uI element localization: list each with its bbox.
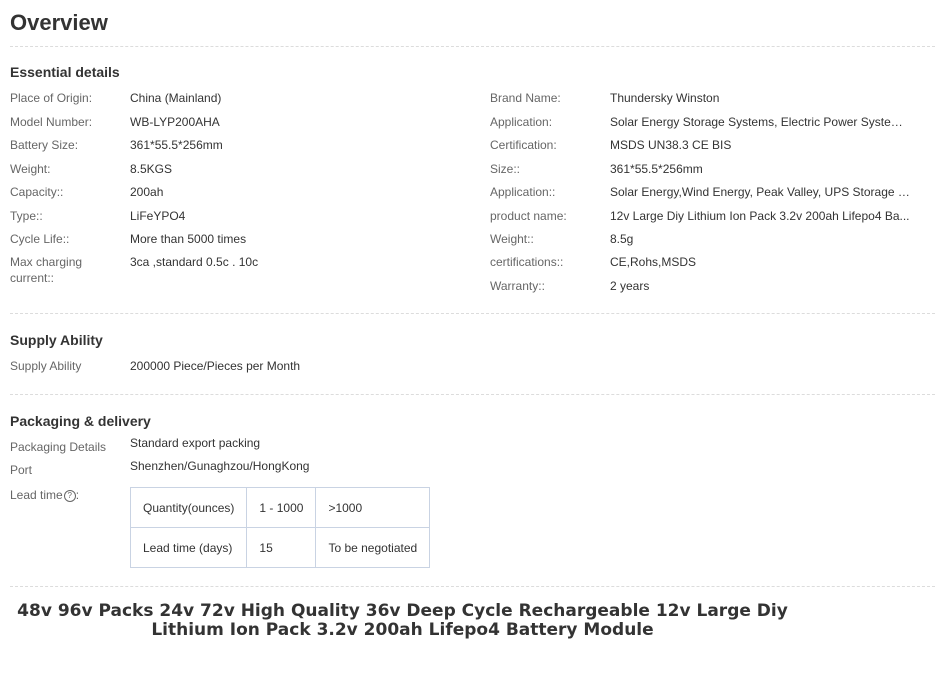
detail-row-certifications: certifications:: CE,Rohs,MSDS (490, 254, 930, 270)
table-cell: Quantity(ounces) (129, 487, 248, 528)
detail-label: Brand Name: (490, 91, 561, 105)
packaging-delivery-heading: Packaging & delivery (10, 413, 151, 429)
detail-row-weight-2: Weight:: 8.5g (490, 231, 930, 247)
detail-value: 2 years (610, 279, 650, 293)
detail-row-certification: Certification: MSDS UN38.3 CE BIS (490, 137, 930, 153)
table-cell: >1000 (315, 487, 431, 528)
page-title: Overview (10, 10, 108, 35)
supply-ability-label: Supply Ability (10, 359, 82, 373)
table-row: Lead time (days) 15 To be negotiated (129, 527, 431, 568)
detail-row-type: Type:: LiFeYPO4 (10, 208, 450, 224)
supply-ability-heading: Supply Ability (10, 332, 103, 348)
question-circle-icon[interactable]: ? (63, 489, 76, 502)
packaging-details-value: Standard export packing (130, 436, 261, 450)
detail-row-size: Size:: 361*55.5*256mm (490, 161, 930, 177)
divider (10, 394, 935, 395)
detail-value: Solar Energy,Wind Energy, Peak Valley, U… (610, 185, 910, 199)
detail-row-application: Application: Solar Energy Storage System… (490, 114, 930, 130)
detail-row-model-number: Model Number: WB-LYP200AHA (10, 114, 450, 130)
detail-label: Cycle Life:: (10, 232, 70, 246)
table-cell: Lead time (days) (129, 527, 248, 568)
product-title-line: Lithium Ion Pack 3.2v 200ah Lifepo4 Batt… (151, 620, 654, 640)
detail-row-cycle-life: Cycle Life:: More than 5000 times (10, 231, 450, 247)
detail-label: Type:: (10, 209, 43, 223)
detail-value: 8.5KGS (130, 162, 173, 176)
divider (10, 46, 935, 47)
detail-value: Solar Energy Storage Systems, Electric P… (610, 115, 910, 129)
detail-row-application-2: Application:: Solar Energy,Wind Energy, … (490, 184, 930, 200)
essential-details-heading: Essential details (10, 64, 120, 80)
detail-row-product-name: product name: 12v Large Diy Lithium Ion … (490, 208, 930, 224)
detail-value: 12v Large Diy Lithium Ion Pack 3.2v 200a… (610, 209, 910, 223)
detail-value: LiFeYPO4 (130, 209, 186, 223)
product-title: 48v 96v Packs 24v 72v High Quality 36v D… (10, 602, 795, 640)
detail-row-warranty: Warranty:: 2 years (490, 278, 930, 294)
port-value: Shenzhen/Gunaghzou/HongKong (130, 459, 310, 473)
detail-label: Max charging current:: (10, 255, 83, 285)
detail-label: Application: (490, 115, 553, 129)
packaging-details-label: Packaging Details (10, 440, 107, 454)
lead-time-label: Lead time?: (10, 487, 122, 503)
packaging-details-row: Packaging Details Standard export packin… (10, 435, 450, 459)
detail-label: Certification: (490, 138, 557, 152)
divider (10, 586, 935, 587)
table-cell: To be negotiated (315, 527, 431, 568)
detail-row-battery-size: Battery Size: 361*55.5*256mm (10, 137, 450, 153)
supply-ability-value: 200000 Piece/Pieces per Month (130, 359, 301, 373)
product-title-line: 48v 96v Packs 24v 72v High Quality 36v D… (17, 601, 788, 621)
detail-value: Thundersky Winston (610, 91, 720, 105)
detail-label: Application:: (490, 185, 556, 199)
divider (10, 313, 935, 314)
supply-ability-row: Supply Ability 200000 Piece/Pieces per M… (10, 358, 450, 374)
detail-label: Size:: (490, 162, 521, 176)
table-cell: 15 (246, 527, 317, 568)
lead-time-label-colon: : (75, 488, 80, 502)
detail-row-capacity: Capacity:: 200ah (10, 184, 450, 200)
detail-label: product name: (490, 209, 567, 223)
port-row: Port Shenzhen/Gunaghzou/HongKong (10, 458, 450, 482)
detail-label: certifications:: (490, 255, 564, 269)
detail-value: China (Mainland) (130, 91, 222, 105)
lead-time-table: Quantity(ounces) 1 - 1000 >1000 Lead tim… (129, 487, 431, 568)
detail-value: 361*55.5*256mm (610, 162, 703, 176)
detail-value: 3ca ,standard 0.5c . 10c (130, 255, 259, 269)
detail-value: 8.5g (610, 232, 634, 246)
detail-value: 200ah (130, 185, 164, 199)
detail-row-brand-name: Brand Name: Thundersky Winston (490, 90, 930, 106)
port-label: Port (10, 463, 33, 477)
detail-row-weight: Weight: 8.5KGS (10, 161, 450, 177)
table-row: Quantity(ounces) 1 - 1000 >1000 (129, 487, 431, 528)
detail-label: Weight: (10, 162, 51, 176)
detail-label: Capacity:: (10, 185, 64, 199)
detail-label: Battery Size: (10, 138, 79, 152)
lead-time-label-text: Lead time (10, 488, 63, 502)
detail-value: WB-LYP200AHA (130, 115, 220, 129)
detail-label: Model Number: (10, 115, 93, 129)
detail-value: More than 5000 times (130, 232, 247, 246)
table-cell: 1 - 1000 (246, 487, 317, 528)
detail-value: 361*55.5*256mm (130, 138, 223, 152)
detail-label: Weight:: (490, 232, 534, 246)
lead-time-row: Lead time?: (10, 487, 130, 503)
detail-row-place-of-origin: Place of Origin: China (Mainland) (10, 90, 450, 106)
detail-row-max-charging-current: Max charging current:: 3ca ,standard 0.5… (10, 254, 450, 286)
detail-label: Place of Origin: (10, 91, 93, 105)
detail-label: Warranty:: (490, 279, 545, 293)
detail-value: CE,Rohs,MSDS (610, 255, 697, 269)
detail-value: MSDS UN38.3 CE BIS (610, 138, 732, 152)
